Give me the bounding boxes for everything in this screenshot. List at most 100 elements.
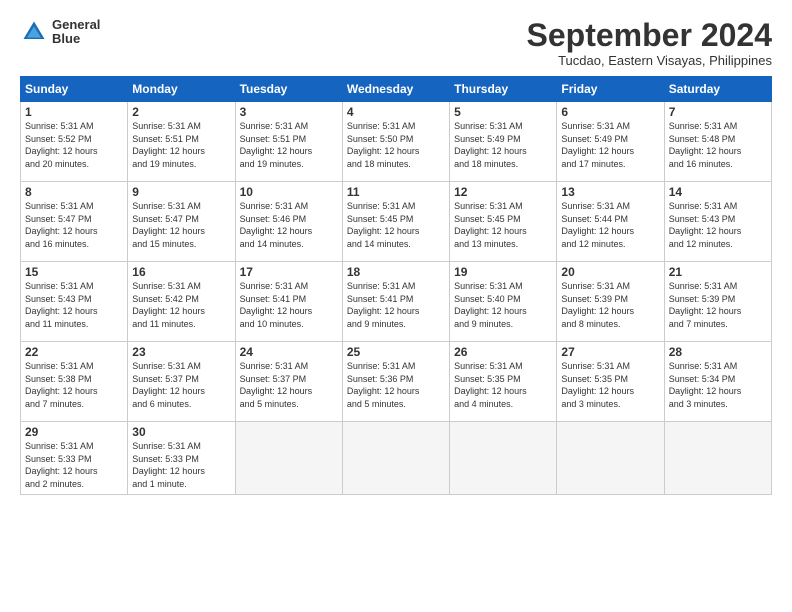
calendar-week-1: 1Sunrise: 5:31 AM Sunset: 5:52 PM Daylig… (21, 102, 772, 182)
day-number: 22 (25, 345, 123, 359)
calendar-table: Sunday Monday Tuesday Wednesday Thursday… (20, 76, 772, 494)
day-info: Sunrise: 5:31 AM Sunset: 5:45 PM Dayligh… (347, 200, 445, 250)
table-row: 22Sunrise: 5:31 AM Sunset: 5:38 PM Dayli… (21, 342, 128, 422)
day-number: 5 (454, 105, 552, 119)
day-info: Sunrise: 5:31 AM Sunset: 5:38 PM Dayligh… (25, 360, 123, 410)
day-number: 11 (347, 185, 445, 199)
logo-icon (20, 18, 48, 46)
day-info: Sunrise: 5:31 AM Sunset: 5:41 PM Dayligh… (240, 280, 338, 330)
day-number: 8 (25, 185, 123, 199)
col-monday: Monday (128, 77, 235, 102)
day-number: 7 (669, 105, 767, 119)
day-number: 6 (561, 105, 659, 119)
day-info: Sunrise: 5:31 AM Sunset: 5:41 PM Dayligh… (347, 280, 445, 330)
day-info: Sunrise: 5:31 AM Sunset: 5:48 PM Dayligh… (669, 120, 767, 170)
title-block: September 2024 Tucdao, Eastern Visayas, … (527, 18, 772, 68)
day-info: Sunrise: 5:31 AM Sunset: 5:33 PM Dayligh… (132, 440, 230, 490)
day-info: Sunrise: 5:31 AM Sunset: 5:34 PM Dayligh… (669, 360, 767, 410)
table-row: 4Sunrise: 5:31 AM Sunset: 5:50 PM Daylig… (342, 102, 449, 182)
col-sunday: Sunday (21, 77, 128, 102)
day-info: Sunrise: 5:31 AM Sunset: 5:35 PM Dayligh… (561, 360, 659, 410)
day-number: 13 (561, 185, 659, 199)
table-row: 8Sunrise: 5:31 AM Sunset: 5:47 PM Daylig… (21, 182, 128, 262)
table-row: 2Sunrise: 5:31 AM Sunset: 5:51 PM Daylig… (128, 102, 235, 182)
day-info: Sunrise: 5:31 AM Sunset: 5:49 PM Dayligh… (561, 120, 659, 170)
calendar-header-row: Sunday Monday Tuesday Wednesday Thursday… (21, 77, 772, 102)
day-info: Sunrise: 5:31 AM Sunset: 5:36 PM Dayligh… (347, 360, 445, 410)
table-row: 6Sunrise: 5:31 AM Sunset: 5:49 PM Daylig… (557, 102, 664, 182)
day-number: 28 (669, 345, 767, 359)
table-row: 12Sunrise: 5:31 AM Sunset: 5:45 PM Dayli… (450, 182, 557, 262)
day-number: 29 (25, 425, 123, 439)
table-row: 20Sunrise: 5:31 AM Sunset: 5:39 PM Dayli… (557, 262, 664, 342)
calendar-week-5: 29Sunrise: 5:31 AM Sunset: 5:33 PM Dayli… (21, 422, 772, 494)
calendar-week-2: 8Sunrise: 5:31 AM Sunset: 5:47 PM Daylig… (21, 182, 772, 262)
table-row: 23Sunrise: 5:31 AM Sunset: 5:37 PM Dayli… (128, 342, 235, 422)
day-info: Sunrise: 5:31 AM Sunset: 5:39 PM Dayligh… (561, 280, 659, 330)
table-row: 28Sunrise: 5:31 AM Sunset: 5:34 PM Dayli… (664, 342, 771, 422)
logo-text: General Blue (52, 18, 100, 47)
table-row: 13Sunrise: 5:31 AM Sunset: 5:44 PM Dayli… (557, 182, 664, 262)
month-title: September 2024 (527, 18, 772, 53)
table-row: 10Sunrise: 5:31 AM Sunset: 5:46 PM Dayli… (235, 182, 342, 262)
table-row: 7Sunrise: 5:31 AM Sunset: 5:48 PM Daylig… (664, 102, 771, 182)
day-number: 23 (132, 345, 230, 359)
day-number: 27 (561, 345, 659, 359)
day-number: 20 (561, 265, 659, 279)
table-row (450, 422, 557, 494)
day-number: 16 (132, 265, 230, 279)
table-row: 5Sunrise: 5:31 AM Sunset: 5:49 PM Daylig… (450, 102, 557, 182)
header: General Blue September 2024 Tucdao, East… (20, 18, 772, 68)
col-thursday: Thursday (450, 77, 557, 102)
calendar-week-3: 15Sunrise: 5:31 AM Sunset: 5:43 PM Dayli… (21, 262, 772, 342)
table-row: 21Sunrise: 5:31 AM Sunset: 5:39 PM Dayli… (664, 262, 771, 342)
logo-line1: General (52, 18, 100, 32)
table-row (557, 422, 664, 494)
logo-line2: Blue (52, 32, 100, 46)
calendar-week-4: 22Sunrise: 5:31 AM Sunset: 5:38 PM Dayli… (21, 342, 772, 422)
day-info: Sunrise: 5:31 AM Sunset: 5:42 PM Dayligh… (132, 280, 230, 330)
table-row (342, 422, 449, 494)
day-number: 12 (454, 185, 552, 199)
table-row: 15Sunrise: 5:31 AM Sunset: 5:43 PM Dayli… (21, 262, 128, 342)
day-number: 3 (240, 105, 338, 119)
day-number: 9 (132, 185, 230, 199)
table-row: 24Sunrise: 5:31 AM Sunset: 5:37 PM Dayli… (235, 342, 342, 422)
col-friday: Friday (557, 77, 664, 102)
table-row: 9Sunrise: 5:31 AM Sunset: 5:47 PM Daylig… (128, 182, 235, 262)
day-number: 26 (454, 345, 552, 359)
day-info: Sunrise: 5:31 AM Sunset: 5:47 PM Dayligh… (25, 200, 123, 250)
page: General Blue September 2024 Tucdao, East… (0, 0, 792, 612)
day-info: Sunrise: 5:31 AM Sunset: 5:39 PM Dayligh… (669, 280, 767, 330)
day-number: 2 (132, 105, 230, 119)
table-row: 19Sunrise: 5:31 AM Sunset: 5:40 PM Dayli… (450, 262, 557, 342)
table-row: 17Sunrise: 5:31 AM Sunset: 5:41 PM Dayli… (235, 262, 342, 342)
day-number: 18 (347, 265, 445, 279)
table-row: 14Sunrise: 5:31 AM Sunset: 5:43 PM Dayli… (664, 182, 771, 262)
day-number: 15 (25, 265, 123, 279)
table-row: 16Sunrise: 5:31 AM Sunset: 5:42 PM Dayli… (128, 262, 235, 342)
table-row (235, 422, 342, 494)
table-row: 27Sunrise: 5:31 AM Sunset: 5:35 PM Dayli… (557, 342, 664, 422)
day-info: Sunrise: 5:31 AM Sunset: 5:37 PM Dayligh… (132, 360, 230, 410)
day-number: 25 (347, 345, 445, 359)
day-info: Sunrise: 5:31 AM Sunset: 5:51 PM Dayligh… (240, 120, 338, 170)
day-number: 14 (669, 185, 767, 199)
day-info: Sunrise: 5:31 AM Sunset: 5:52 PM Dayligh… (25, 120, 123, 170)
day-info: Sunrise: 5:31 AM Sunset: 5:43 PM Dayligh… (669, 200, 767, 250)
day-number: 1 (25, 105, 123, 119)
day-number: 21 (669, 265, 767, 279)
day-info: Sunrise: 5:31 AM Sunset: 5:37 PM Dayligh… (240, 360, 338, 410)
day-info: Sunrise: 5:31 AM Sunset: 5:47 PM Dayligh… (132, 200, 230, 250)
day-info: Sunrise: 5:31 AM Sunset: 5:50 PM Dayligh… (347, 120, 445, 170)
table-row: 26Sunrise: 5:31 AM Sunset: 5:35 PM Dayli… (450, 342, 557, 422)
location: Tucdao, Eastern Visayas, Philippines (527, 53, 772, 68)
day-info: Sunrise: 5:31 AM Sunset: 5:51 PM Dayligh… (132, 120, 230, 170)
table-row: 29Sunrise: 5:31 AM Sunset: 5:33 PM Dayli… (21, 422, 128, 494)
day-info: Sunrise: 5:31 AM Sunset: 5:49 PM Dayligh… (454, 120, 552, 170)
table-row: 11Sunrise: 5:31 AM Sunset: 5:45 PM Dayli… (342, 182, 449, 262)
day-info: Sunrise: 5:31 AM Sunset: 5:40 PM Dayligh… (454, 280, 552, 330)
table-row: 3Sunrise: 5:31 AM Sunset: 5:51 PM Daylig… (235, 102, 342, 182)
day-info: Sunrise: 5:31 AM Sunset: 5:33 PM Dayligh… (25, 440, 123, 490)
table-row: 30Sunrise: 5:31 AM Sunset: 5:33 PM Dayli… (128, 422, 235, 494)
